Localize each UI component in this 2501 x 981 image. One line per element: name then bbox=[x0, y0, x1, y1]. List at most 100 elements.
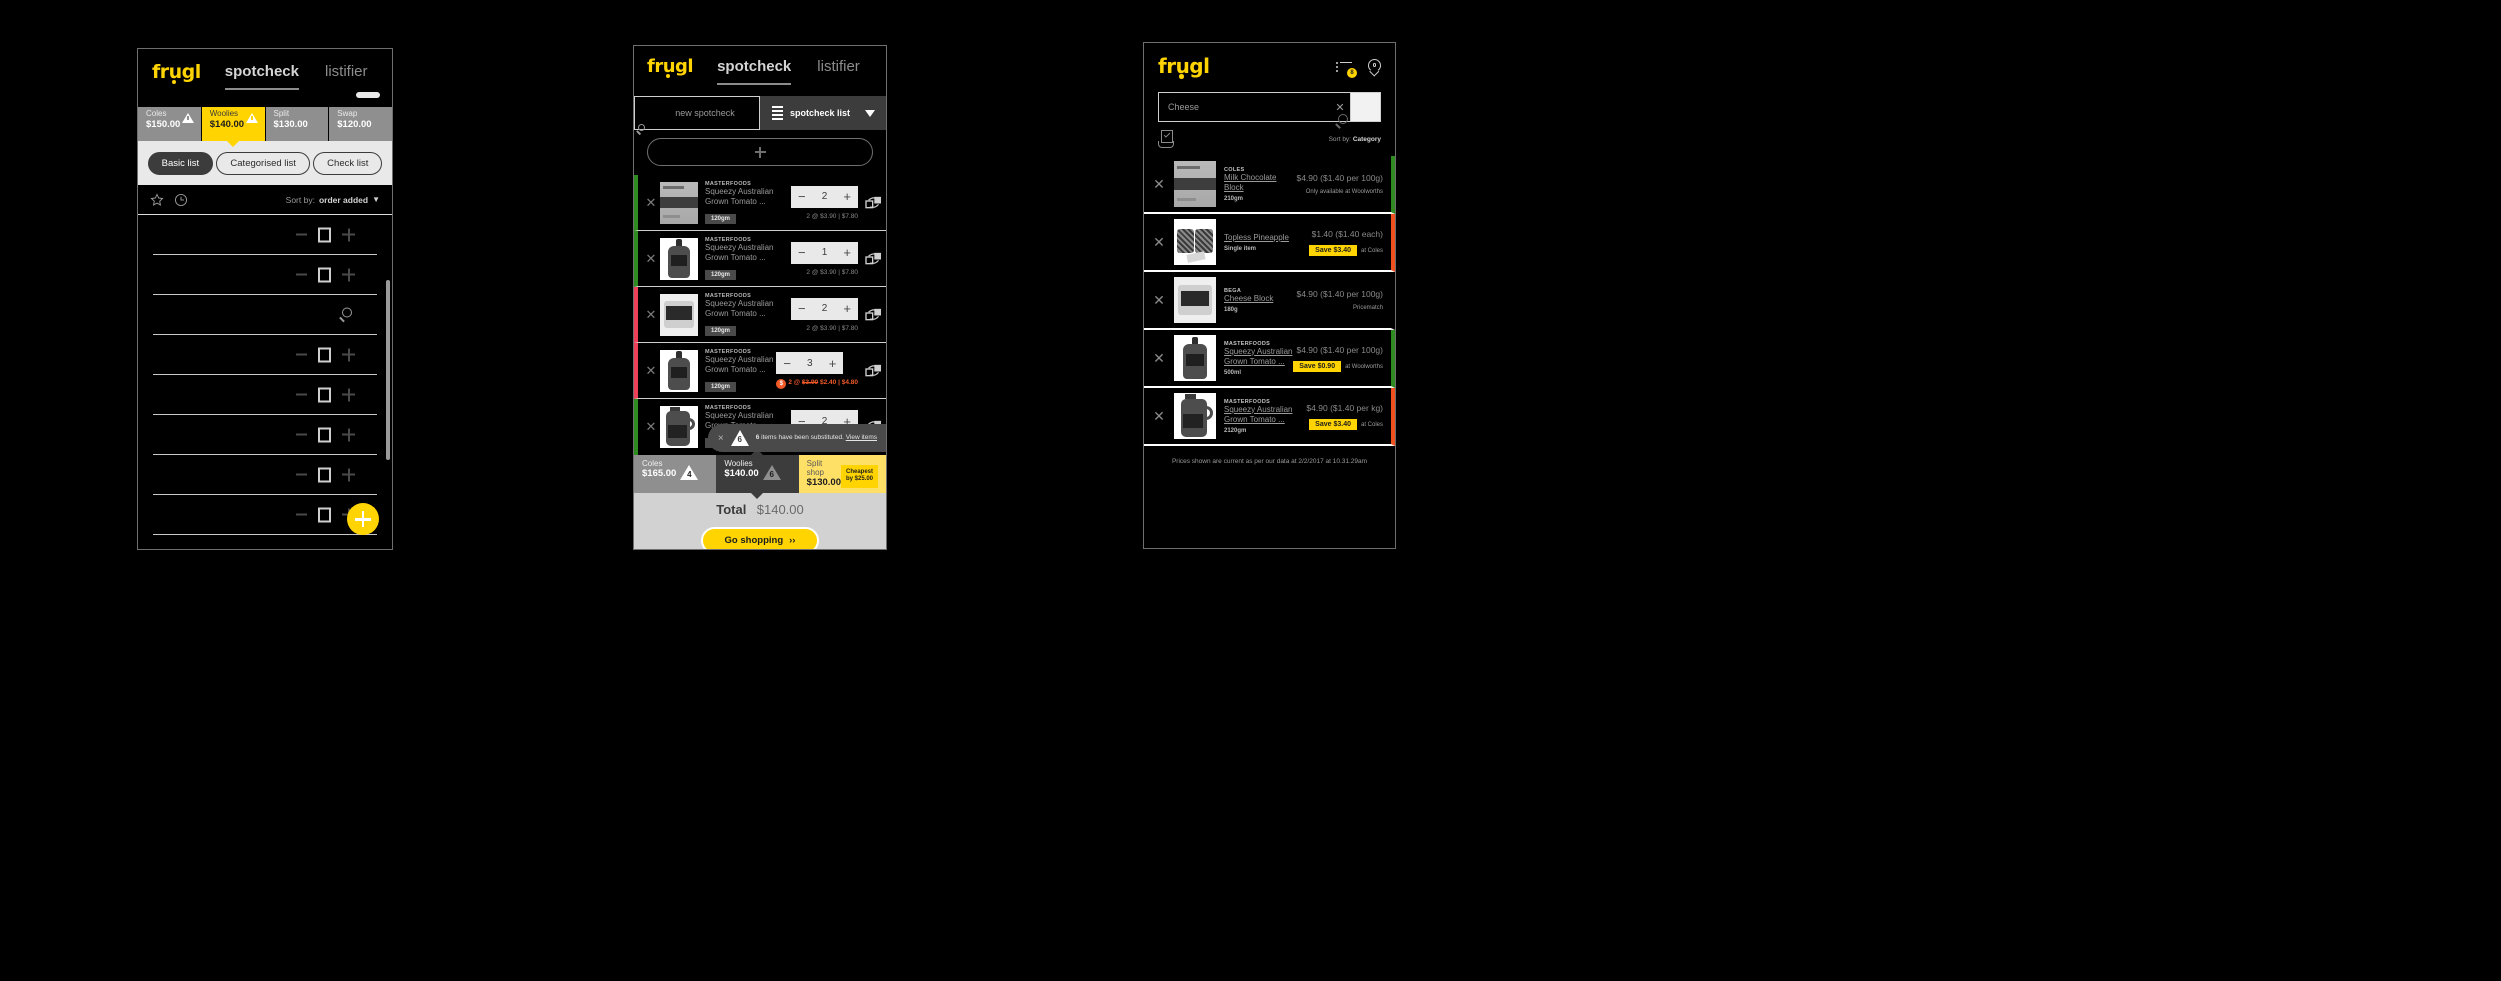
list-item-search[interactable] bbox=[153, 295, 377, 335]
plus-icon[interactable] bbox=[342, 428, 355, 441]
product-row[interactable]: ✕ Topless Pineapple Single item $1.40 ($… bbox=[1144, 214, 1395, 272]
remove-item-icon[interactable]: ✕ bbox=[1144, 234, 1174, 251]
plus-icon[interactable] bbox=[342, 228, 355, 241]
spotcheck-list-button[interactable]: spotcheck list bbox=[760, 96, 886, 130]
product-name[interactable]: Topless Pineapple bbox=[1224, 233, 1309, 243]
view-items-link[interactable]: View items bbox=[846, 434, 877, 441]
cart-row[interactable]: ✕ MASTERFOODS Squeezy Australian Grown T… bbox=[634, 231, 886, 287]
list-item[interactable] bbox=[153, 455, 377, 495]
list-item[interactable] bbox=[153, 535, 377, 545]
store-tab-woolies[interactable]: Woolies $140.00 bbox=[201, 107, 266, 141]
quantity-stepper[interactable] bbox=[296, 267, 355, 282]
quantity-stepper[interactable] bbox=[296, 227, 355, 242]
star-icon[interactable] bbox=[150, 192, 164, 207]
plus-icon[interactable]: + bbox=[829, 357, 837, 370]
search-icon[interactable] bbox=[339, 307, 355, 322]
swap-item-icon[interactable] bbox=[862, 307, 886, 323]
remove-item-icon[interactable]: ✕ bbox=[642, 195, 660, 211]
list-item[interactable] bbox=[153, 255, 377, 295]
close-icon[interactable]: × bbox=[718, 433, 724, 444]
minus-icon[interactable] bbox=[296, 473, 307, 476]
add-item-fab[interactable] bbox=[347, 503, 379, 535]
minus-icon[interactable]: − bbox=[798, 246, 806, 259]
minus-icon[interactable] bbox=[296, 233, 307, 236]
plus-icon[interactable]: + bbox=[843, 302, 851, 315]
go-shopping-button[interactable]: Go shopping ›› bbox=[700, 527, 820, 549]
list-item[interactable] bbox=[153, 375, 377, 415]
store-tab-split[interactable]: Split $130.00 bbox=[265, 107, 330, 141]
plus-icon[interactable] bbox=[342, 348, 355, 361]
list-item[interactable] bbox=[153, 495, 377, 535]
plus-icon[interactable] bbox=[342, 468, 355, 481]
quantity-box[interactable] bbox=[318, 347, 331, 362]
cart-row[interactable]: ✕ MASTERFOODS Squeezy Australian Grown T… bbox=[634, 399, 886, 455]
shopping-list-icon[interactable]: 8 bbox=[1336, 61, 1357, 78]
mode-basic-list[interactable]: Basic list bbox=[147, 151, 214, 175]
summary-coles[interactable]: Coles $165.00 4 bbox=[634, 455, 717, 493]
list-item[interactable] bbox=[153, 335, 377, 375]
remove-item-icon[interactable]: ✕ bbox=[642, 419, 660, 435]
remove-item-icon[interactable]: ✕ bbox=[1144, 350, 1174, 367]
frugl-logo[interactable]: frugl bbox=[152, 63, 201, 84]
list-item[interactable] bbox=[153, 215, 377, 255]
search-button[interactable] bbox=[1335, 93, 1380, 129]
minus-icon[interactable]: − bbox=[798, 302, 806, 315]
minus-icon[interactable]: − bbox=[798, 190, 806, 203]
product-name[interactable]: Squeezy Australian Grown Tomato ... bbox=[1224, 405, 1306, 425]
minus-icon[interactable] bbox=[296, 273, 307, 276]
new-spotcheck-button[interactable]: new spotcheck bbox=[634, 96, 760, 135]
summary-split-shop[interactable]: Split shop $130.00 Cheapest by $25.00 bbox=[798, 455, 886, 493]
minus-icon[interactable] bbox=[296, 353, 307, 356]
minus-icon[interactable] bbox=[296, 513, 307, 516]
frugl-logo[interactable]: frugl bbox=[1158, 56, 1210, 79]
cart-row[interactable]: ✕ MASTERFOODS Squeezy Australian Grown T… bbox=[634, 343, 886, 399]
quantity-stepper[interactable] bbox=[296, 427, 355, 442]
quantity-box[interactable] bbox=[318, 227, 331, 242]
remove-item-icon[interactable]: ✕ bbox=[1144, 408, 1174, 425]
tab-listifier[interactable]: listifier bbox=[325, 63, 368, 88]
sort-by-control[interactable]: Sort by: order added ▼ bbox=[286, 195, 380, 205]
chevron-down-icon[interactable] bbox=[865, 109, 875, 117]
product-name[interactable]: Squeezy Australian Grown Tomato ... bbox=[1224, 347, 1293, 367]
tab-my-frugl[interactable]: my frugl bbox=[886, 58, 887, 83]
quantity-box[interactable] bbox=[318, 267, 331, 282]
product-row[interactable]: ✕ COLES Milk Chocolate Block 210gm $4.90… bbox=[1144, 156, 1395, 214]
tab-spotcheck[interactable]: spotcheck bbox=[717, 58, 792, 85]
store-tab-swap[interactable]: Swap $120.00 bbox=[329, 107, 392, 141]
swap-item-icon[interactable] bbox=[862, 195, 886, 211]
add-item-button[interactable] bbox=[647, 138, 873, 166]
minus-icon[interactable] bbox=[296, 393, 307, 396]
quantity-box[interactable] bbox=[318, 427, 331, 442]
cart-row[interactable]: ✕ MASTERFOODS Squeezy Australian Grown T… bbox=[634, 175, 886, 231]
list-item[interactable] bbox=[153, 415, 377, 455]
search-input[interactable] bbox=[1159, 93, 1330, 121]
quantity-stepper[interactable] bbox=[296, 347, 355, 362]
quantity-stepper[interactable]: − 2 + bbox=[791, 185, 858, 208]
store-tab-coles[interactable]: Coles $150.00 bbox=[138, 107, 202, 141]
quantity-stepper[interactable] bbox=[296, 467, 355, 482]
swap-item-icon[interactable] bbox=[862, 363, 886, 379]
summary-woolies[interactable]: Woolies $140.00 6 bbox=[716, 455, 799, 493]
quantity-stepper[interactable]: − 2 + bbox=[791, 297, 858, 320]
quantity-box[interactable] bbox=[318, 507, 331, 522]
remove-item-icon[interactable]: ✕ bbox=[642, 251, 660, 267]
add-to-list-icon[interactable] bbox=[1158, 130, 1178, 148]
minus-icon[interactable] bbox=[296, 433, 307, 436]
product-row[interactable]: ✕ MASTERFOODS Squeezy Australian Grown T… bbox=[1144, 388, 1395, 446]
quantity-stepper[interactable]: − 1 + bbox=[791, 241, 858, 264]
swap-item-icon[interactable] bbox=[862, 251, 886, 267]
plus-icon[interactable] bbox=[342, 268, 355, 281]
remove-item-icon[interactable]: ✕ bbox=[642, 363, 660, 379]
cart-row[interactable]: ✕ MASTERFOODS Squeezy Australian Grown T… bbox=[634, 287, 886, 343]
sort-by-control[interactable]: Sort by: Category bbox=[1329, 136, 1381, 143]
minus-icon[interactable]: − bbox=[783, 357, 791, 370]
remove-item-icon[interactable]: ✕ bbox=[1144, 292, 1174, 309]
vertical-scrollbar[interactable] bbox=[386, 280, 390, 460]
tab-listifier[interactable]: listifier bbox=[817, 58, 860, 83]
quantity-box[interactable] bbox=[318, 387, 331, 402]
product-row[interactable]: ✕ BEGA Cheese Block 180g $4.90 ($1.40 pe… bbox=[1144, 272, 1395, 330]
quantity-stepper[interactable] bbox=[296, 387, 355, 402]
quantity-stepper[interactable]: − 3 + bbox=[776, 352, 844, 374]
clock-icon[interactable] bbox=[174, 193, 188, 207]
plus-icon[interactable]: + bbox=[843, 190, 851, 203]
